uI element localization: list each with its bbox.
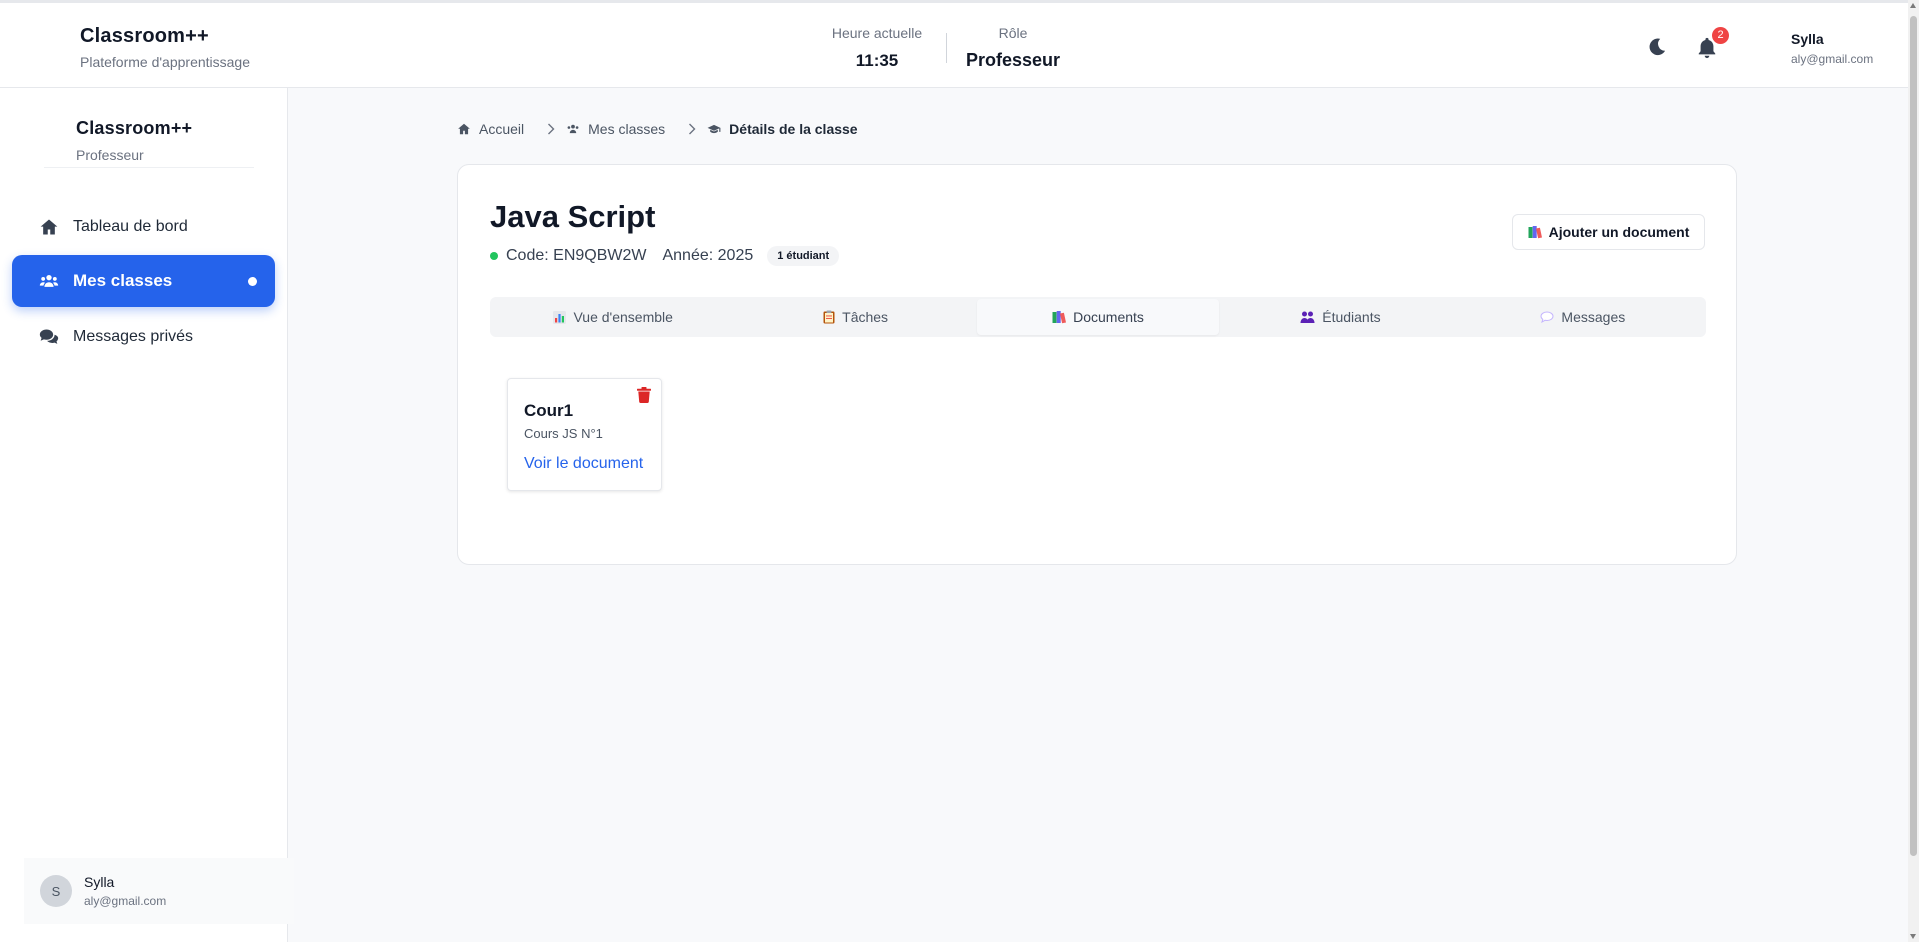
- breadcrumb: Accueil Mes classes Détails de la classe: [457, 121, 858, 137]
- users-icon: [567, 124, 579, 134]
- tab-label: Tâches: [842, 309, 889, 325]
- tab-documents[interactable]: Documents: [976, 299, 1220, 335]
- add-document-button[interactable]: Ajouter un document: [1512, 214, 1705, 250]
- view-document-link[interactable]: Voir le document: [524, 455, 643, 473]
- tab-overview[interactable]: Vue d'ensemble: [492, 299, 734, 335]
- breadcrumb-label: Mes classes: [588, 121, 666, 137]
- current-time: Heure actuelle 11:35: [830, 25, 924, 71]
- header-user-email: aly@gmail.com: [1791, 52, 1874, 66]
- tab-label: Vue d'ensemble: [573, 309, 673, 325]
- header-divider: [946, 33, 947, 63]
- header-brand: Classroom++ Plateforme d'apprentissage: [80, 25, 250, 70]
- class-meta: Code: EN9QBW2W Année: 2025 1 étudiant: [490, 246, 840, 266]
- home-icon: [458, 123, 470, 135]
- breadcrumb-label: Détails de la classe: [729, 121, 858, 137]
- active-indicator-dot: [248, 277, 257, 286]
- user-role-value: Professeur: [966, 50, 1061, 70]
- books-icon: [1528, 225, 1542, 238]
- tab-label: Documents: [1073, 309, 1144, 325]
- scroll-down-arrow-icon[interactable]: [1910, 934, 1916, 939]
- books-icon: [1052, 310, 1067, 323]
- document-card: Cour1 Cours JS N°1 Voir le document: [507, 378, 662, 491]
- document-title: Cour1: [524, 401, 574, 420]
- status-dot: [490, 252, 498, 260]
- sidebar-item-my-classes[interactable]: Mes classes: [12, 255, 275, 307]
- class-code: Code: EN9QBW2W: [506, 247, 647, 264]
- current-time-label: Heure actuelle: [831, 25, 923, 41]
- clipboard-icon: [823, 310, 835, 324]
- header-brand-subtitle: Plateforme d'apprentissage: [80, 54, 250, 70]
- sidebar-item-private-messages[interactable]: Messages privés: [12, 311, 275, 363]
- tab-messages[interactable]: Messages: [1462, 299, 1704, 335]
- tab-students[interactable]: Étudiants: [1219, 299, 1461, 335]
- graduation-cap-icon: [707, 124, 721, 134]
- scrollbar-thumb[interactable]: [1910, 16, 1917, 856]
- people-icon: [1300, 311, 1315, 323]
- sidebar-brand-title: Classroom++: [76, 118, 193, 138]
- tab-label: Messages: [1561, 309, 1626, 325]
- tab-label: Étudiants: [1322, 309, 1381, 325]
- breadcrumb-label: Accueil: [479, 121, 525, 137]
- class-details-card: Java Script Code: EN9QBW2W Année: 2025 1…: [457, 164, 1737, 565]
- sidebar-item-label: Mes classes: [73, 271, 173, 290]
- home-icon: [40, 219, 58, 235]
- sidebar-user-email: aly@gmail.com: [84, 894, 167, 908]
- breadcrumb-my-classes[interactable]: Mes classes: [566, 121, 665, 137]
- bar-chart-icon: [553, 310, 567, 324]
- header-user-name: Sylla: [1791, 31, 1824, 47]
- document-description: Cours JS N°1: [524, 426, 603, 441]
- user-role: Rôle Professeur: [966, 25, 1060, 71]
- trash-icon[interactable]: [637, 387, 651, 403]
- comments-icon: [39, 329, 59, 344]
- sidebar-user-card[interactable]: S Sylla aly@gmail.com: [24, 858, 294, 924]
- sidebar-brand: Classroom++ Professeur: [76, 118, 192, 163]
- dark-mode-toggle-icon[interactable]: [1646, 36, 1668, 58]
- current-time-value: 11:35: [855, 51, 899, 70]
- chevron-right-icon: [687, 123, 697, 135]
- sidebar-divider: [44, 167, 254, 168]
- class-year: Année: 2025: [662, 247, 754, 264]
- sidebar-brand-subtitle: Professeur: [76, 147, 144, 163]
- sidebar-item-label: Messages privés: [73, 328, 194, 345]
- users-icon: [39, 275, 59, 287]
- add-document-label: Ajouter un document: [1548, 224, 1690, 240]
- header-user[interactable]: Sylla aly@gmail.com: [1791, 31, 1873, 66]
- class-title: Java Script: [490, 199, 656, 234]
- notification-count-badge: 2: [1712, 27, 1729, 44]
- chevron-right-icon: [546, 123, 556, 135]
- scroll-up-arrow-icon[interactable]: [1910, 3, 1916, 8]
- speech-bubble-icon: [1540, 311, 1554, 323]
- sidebar-item-dashboard[interactable]: Tableau de bord: [12, 201, 275, 253]
- sidebar: Classroom++ Professeur Tableau de bord M…: [0, 88, 294, 942]
- avatar: S: [40, 875, 72, 907]
- header-brand-title: Classroom++: [80, 25, 209, 47]
- students-count-badge: 1 étudiant: [767, 246, 840, 266]
- breadcrumb-class-details: Détails de la classe: [707, 121, 858, 137]
- top-header: Classroom++ Plateforme d'apprentissage H…: [0, 0, 1908, 88]
- sidebar-user-name: Sylla: [84, 874, 115, 890]
- class-tabs: Vue d'ensemble Tâches Documents Étudiant…: [490, 297, 1706, 337]
- page-scrollbar[interactable]: [1908, 0, 1919, 942]
- tab-tasks[interactable]: Tâches: [734, 299, 976, 335]
- breadcrumb-home[interactable]: Accueil: [457, 121, 524, 137]
- sidebar-item-label: Tableau de bord: [73, 218, 188, 235]
- user-role-label: Rôle: [998, 25, 1028, 41]
